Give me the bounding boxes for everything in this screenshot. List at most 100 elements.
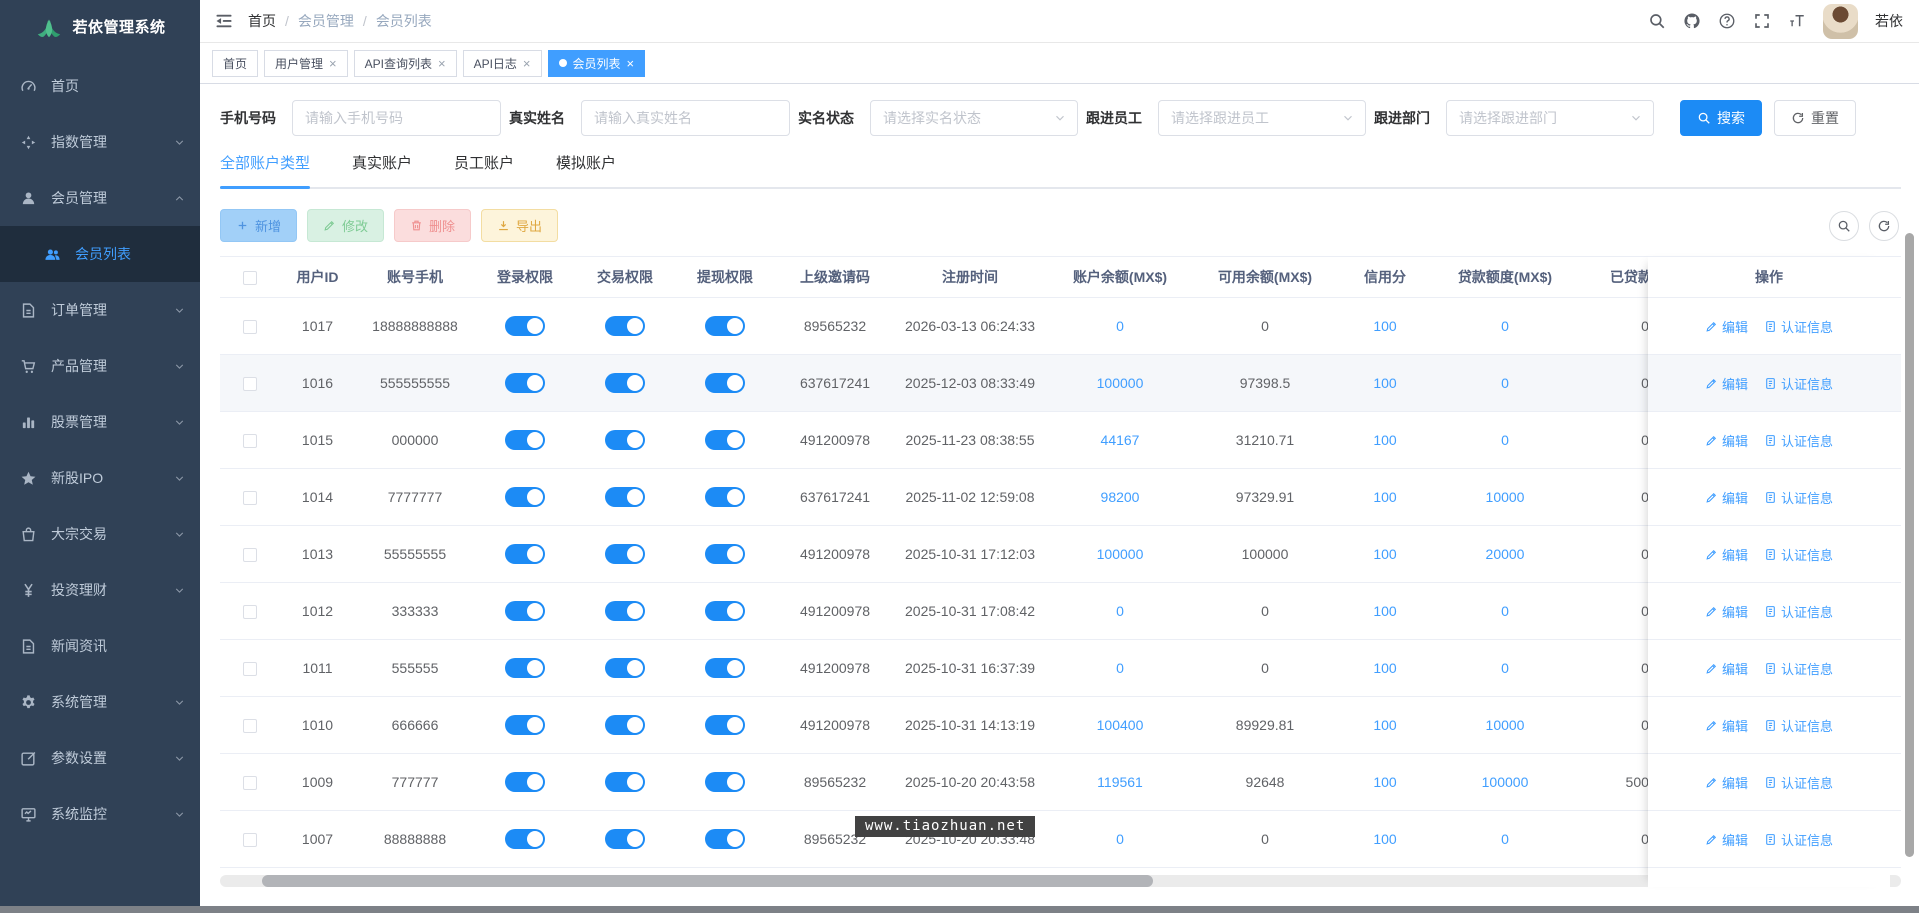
- sidebar-item[interactable]: 参数设置: [0, 730, 200, 786]
- loan-quota[interactable]: 100000: [1435, 774, 1575, 790]
- edit-link[interactable]: 编辑: [1705, 773, 1748, 792]
- loan-quota[interactable]: 10000: [1435, 717, 1575, 733]
- trade-permission-toggle[interactable]: [605, 430, 645, 450]
- row-checkbox[interactable]: [243, 320, 257, 334]
- export-button[interactable]: 导出: [481, 209, 558, 242]
- status-select[interactable]: 请选择实名状态: [870, 100, 1078, 136]
- sidebar-fold-icon[interactable]: [214, 11, 234, 31]
- reset-button[interactable]: 重置: [1774, 100, 1856, 136]
- row-checkbox[interactable]: [243, 491, 257, 505]
- account-balance[interactable]: 0: [1045, 831, 1195, 847]
- loan-quota[interactable]: 0: [1435, 603, 1575, 619]
- realname-input[interactable]: [581, 100, 790, 136]
- username[interactable]: 若依: [1875, 11, 1903, 31]
- account-tab[interactable]: 真实账户: [352, 152, 412, 187]
- delete-button[interactable]: 删除: [394, 209, 471, 242]
- row-checkbox[interactable]: [243, 833, 257, 847]
- tag[interactable]: 会员列表 ×: [548, 50, 646, 77]
- cert-info-link[interactable]: 认证信息: [1764, 773, 1833, 792]
- vertical-scrollbar-thumb[interactable]: [1905, 233, 1914, 857]
- credit-score[interactable]: 100: [1335, 774, 1435, 790]
- edit-button[interactable]: 修改: [307, 209, 384, 242]
- sidebar-item[interactable]: 首页: [0, 58, 200, 114]
- credit-score[interactable]: 100: [1335, 660, 1435, 676]
- breadcrumb-item[interactable]: 首页: [248, 11, 276, 31]
- loan-quota[interactable]: 0: [1435, 660, 1575, 676]
- login-permission-toggle[interactable]: [505, 373, 545, 393]
- login-permission-toggle[interactable]: [505, 316, 545, 336]
- edit-link[interactable]: 编辑: [1705, 545, 1748, 564]
- trade-permission-toggle[interactable]: [605, 829, 645, 849]
- withdraw-permission-toggle[interactable]: [705, 430, 745, 450]
- account-balance[interactable]: 0: [1045, 318, 1195, 334]
- trade-permission-toggle[interactable]: [605, 715, 645, 735]
- cert-info-link[interactable]: 认证信息: [1764, 545, 1833, 564]
- account-tab[interactable]: 模拟账户: [556, 152, 616, 187]
- sidebar-item[interactable]: 系统监控: [0, 786, 200, 842]
- cert-info-link[interactable]: 认证信息: [1764, 431, 1833, 450]
- login-permission-toggle[interactable]: [505, 658, 545, 678]
- tag[interactable]: 首页: [212, 50, 258, 77]
- cert-info-link[interactable]: 认证信息: [1764, 716, 1833, 735]
- account-balance[interactable]: 98200: [1045, 489, 1195, 505]
- login-permission-toggle[interactable]: [505, 715, 545, 735]
- loan-quota[interactable]: 20000: [1435, 546, 1575, 562]
- withdraw-permission-toggle[interactable]: [705, 544, 745, 564]
- edit-link[interactable]: 编辑: [1705, 716, 1748, 735]
- sidebar-item[interactable]: 订单管理: [0, 282, 200, 338]
- withdraw-permission-toggle[interactable]: [705, 715, 745, 735]
- trade-permission-toggle[interactable]: [605, 544, 645, 564]
- login-permission-toggle[interactable]: [505, 430, 545, 450]
- tag-close-icon[interactable]: ×: [438, 57, 446, 70]
- search-icon[interactable]: [1648, 12, 1666, 30]
- credit-score[interactable]: 100: [1335, 432, 1435, 448]
- loan-quota[interactable]: 0: [1435, 831, 1575, 847]
- credit-score[interactable]: 100: [1335, 717, 1435, 733]
- tag[interactable]: API日志 ×: [463, 50, 542, 77]
- edit-link[interactable]: 编辑: [1705, 602, 1748, 621]
- credit-score[interactable]: 100: [1335, 375, 1435, 391]
- tag[interactable]: API查询列表 ×: [354, 50, 457, 77]
- withdraw-permission-toggle[interactable]: [705, 373, 745, 393]
- add-button[interactable]: 新增: [220, 209, 297, 242]
- search-button[interactable]: 搜索: [1680, 100, 1762, 136]
- withdraw-permission-toggle[interactable]: [705, 487, 745, 507]
- tag[interactable]: 用户管理 ×: [264, 50, 348, 77]
- login-permission-toggle[interactable]: [505, 544, 545, 564]
- row-checkbox[interactable]: [243, 548, 257, 562]
- credit-score[interactable]: 100: [1335, 489, 1435, 505]
- row-checkbox[interactable]: [243, 605, 257, 619]
- refresh-table-button[interactable]: [1869, 211, 1899, 241]
- loan-quota[interactable]: 0: [1435, 318, 1575, 334]
- edit-link[interactable]: 编辑: [1705, 374, 1748, 393]
- row-checkbox[interactable]: [243, 662, 257, 676]
- account-balance[interactable]: 100000: [1045, 375, 1195, 391]
- login-permission-toggle[interactable]: [505, 487, 545, 507]
- trade-permission-toggle[interactable]: [605, 772, 645, 792]
- fullscreen-icon[interactable]: [1753, 12, 1771, 30]
- tag-close-icon[interactable]: ×: [329, 57, 337, 70]
- font-size-icon[interactable]: [1788, 12, 1806, 30]
- sidebar-item[interactable]: 系统管理: [0, 674, 200, 730]
- row-checkbox[interactable]: [243, 377, 257, 391]
- withdraw-permission-toggle[interactable]: [705, 829, 745, 849]
- github-icon[interactable]: [1683, 12, 1701, 30]
- tag-close-icon[interactable]: ×: [523, 57, 531, 70]
- trade-permission-toggle[interactable]: [605, 373, 645, 393]
- edit-link[interactable]: 编辑: [1705, 488, 1748, 507]
- cert-info-link[interactable]: 认证信息: [1764, 659, 1833, 678]
- scrollbar-thumb[interactable]: [262, 875, 1153, 887]
- account-balance[interactable]: 44167: [1045, 432, 1195, 448]
- login-permission-toggle[interactable]: [505, 601, 545, 621]
- sidebar-item[interactable]: 投资理财: [0, 562, 200, 618]
- login-permission-toggle[interactable]: [505, 772, 545, 792]
- tag-close-icon[interactable]: ×: [627, 57, 635, 70]
- loan-quota[interactable]: 0: [1435, 375, 1575, 391]
- account-tab[interactable]: 员工账户: [454, 152, 514, 187]
- breadcrumb-item[interactable]: 会员管理: [298, 11, 354, 31]
- trade-permission-toggle[interactable]: [605, 487, 645, 507]
- cert-info-link[interactable]: 认证信息: [1764, 374, 1833, 393]
- trade-permission-toggle[interactable]: [605, 316, 645, 336]
- select-all-checkbox[interactable]: [243, 271, 257, 285]
- credit-score[interactable]: 100: [1335, 831, 1435, 847]
